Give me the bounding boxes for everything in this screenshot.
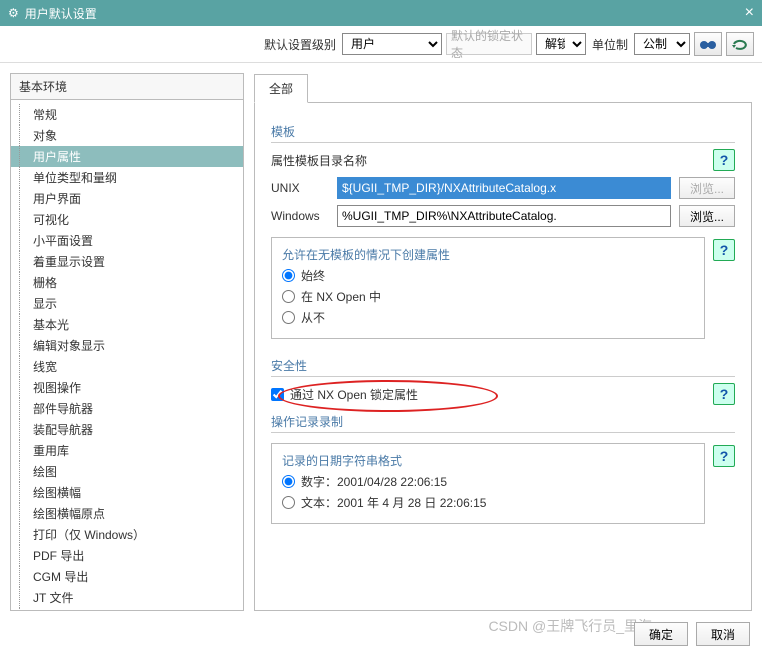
radio-never[interactable] (282, 311, 295, 324)
unit-label: 单位制 (592, 36, 628, 53)
tabs: 全部 (254, 73, 752, 103)
tree-item[interactable]: 线宽 (11, 356, 243, 377)
catalog-label: 属性模板目录名称 (271, 152, 705, 169)
unix-input[interactable] (337, 177, 671, 199)
footer: 确定 取消 (634, 622, 750, 646)
tree-item[interactable]: PDF 导出 (11, 545, 243, 566)
gear-icon: ⚙ (8, 6, 19, 20)
unix-label: UNIX (271, 181, 329, 195)
date-format-box: 记录的日期字符串格式 数字：2001/04/28 22:06:15 文本：200… (271, 443, 705, 524)
tree-item[interactable]: 转换器 (11, 608, 243, 610)
tree-item[interactable]: 用户界面 (11, 188, 243, 209)
radio-date-text[interactable] (282, 496, 295, 509)
date-format-title: 记录的日期字符串格式 (282, 452, 694, 469)
radio-always[interactable] (282, 269, 295, 282)
tree-item[interactable]: CGM 导出 (11, 566, 243, 587)
tree-item[interactable]: 装配导航器 (11, 419, 243, 440)
content-pane: 全部 模板 属性模板目录名称 ? UNIX 浏览... Windows 浏览..… (254, 73, 752, 611)
browse-windows-button[interactable]: 浏览... (679, 205, 735, 227)
tree-item[interactable]: 基本光 (11, 314, 243, 335)
tree-item[interactable]: 可视化 (11, 209, 243, 230)
binoculars-icon[interactable] (694, 32, 722, 56)
tree-item[interactable]: 绘图横幅原点 (11, 503, 243, 524)
titlebar: ⚙ 用户默认设置 × (0, 0, 762, 26)
help-icon[interactable]: ? (713, 149, 735, 171)
tree-pane: 基本环境 常规对象用户属性单位类型和量纲用户界面可视化小平面设置着重显示设置栅格… (10, 73, 244, 611)
tree-item[interactable]: 部件导航器 (11, 398, 243, 419)
help-icon[interactable]: ? (713, 383, 735, 405)
cancel-button[interactable]: 取消 (696, 622, 750, 646)
tree-item[interactable]: JT 文件 (11, 587, 243, 608)
tree-item[interactable]: 栅格 (11, 272, 243, 293)
lock-label: 默认的锁定状态 (446, 33, 532, 55)
window-title: 用户默认设置 (25, 5, 745, 22)
lock-attr-label: 通过 NX Open 锁定属性 (290, 386, 707, 403)
lock-select[interactable]: 解锁 (536, 33, 586, 55)
tree-item[interactable]: 用户属性 (11, 146, 243, 167)
tree[interactable]: 常规对象用户属性单位类型和量纲用户界面可视化小平面设置着重显示设置栅格显示基本光… (11, 100, 243, 610)
tree-item[interactable]: 单位类型和量纲 (11, 167, 243, 188)
section-record: 操作记录录制 (271, 413, 735, 433)
tree-header[interactable]: 基本环境 (11, 74, 243, 100)
section-template: 模板 (271, 123, 735, 143)
tree-item[interactable]: 打印（仅 Windows） (11, 524, 243, 545)
tree-item[interactable]: 常规 (11, 104, 243, 125)
tree-item[interactable]: 编辑对象显示 (11, 335, 243, 356)
help-icon[interactable]: ? (713, 239, 735, 261)
unit-select[interactable]: 公制 (634, 33, 690, 55)
tree-item[interactable]: 显示 (11, 293, 243, 314)
section-security: 安全性 (271, 357, 735, 377)
ok-button[interactable]: 确定 (634, 622, 688, 646)
content: 模板 属性模板目录名称 ? UNIX 浏览... Windows 浏览... 允… (254, 103, 752, 611)
radio-nxopen[interactable] (282, 290, 295, 303)
tree-item[interactable]: 对象 (11, 125, 243, 146)
tree-item[interactable]: 绘图横幅 (11, 482, 243, 503)
lock-attr-checkbox[interactable] (271, 388, 284, 401)
tree-item[interactable]: 着重显示设置 (11, 251, 243, 272)
toolbar: 默认设置级别 用户 默认的锁定状态 解锁 单位制 公制 (0, 26, 762, 63)
tab-all[interactable]: 全部 (254, 74, 308, 103)
browse-unix-button: 浏览... (679, 177, 735, 199)
tree-item[interactable]: 视图操作 (11, 377, 243, 398)
radio-date-numeric[interactable] (282, 475, 295, 488)
tree-item[interactable]: 绘图 (11, 461, 243, 482)
allow-create-title: 允许在无模板的情况下创建属性 (282, 246, 694, 263)
windows-input[interactable] (337, 205, 671, 227)
level-label: 默认设置级别 (264, 36, 336, 53)
tree-item[interactable]: 重用库 (11, 440, 243, 461)
allow-create-box: 允许在无模板的情况下创建属性 始终 在 NX Open 中 从不 (271, 237, 705, 339)
tree-item[interactable]: 小平面设置 (11, 230, 243, 251)
windows-label: Windows (271, 209, 329, 223)
close-icon[interactable]: × (745, 4, 754, 22)
level-select[interactable]: 用户 (342, 33, 442, 55)
help-icon[interactable]: ? (713, 445, 735, 467)
refresh-icon[interactable] (726, 32, 754, 56)
